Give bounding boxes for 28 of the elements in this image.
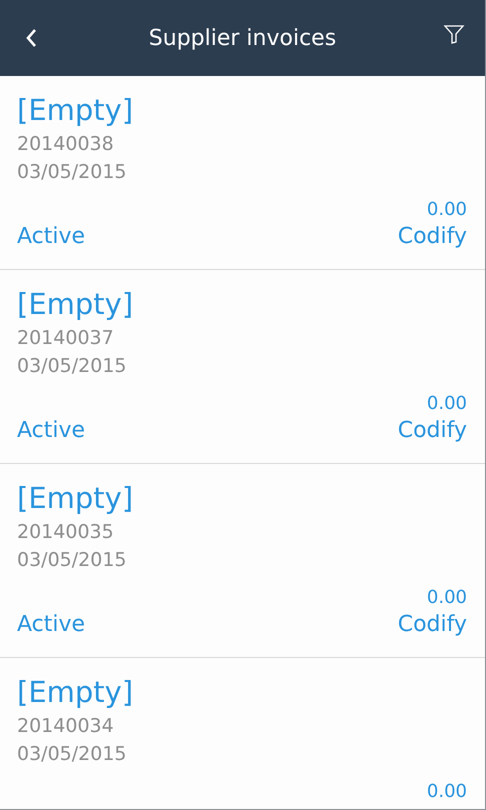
supplier-name: [Empty] [17,674,134,711]
invoice-amount: 0.00 [426,586,467,610]
page-title: Supplier invoices [148,26,336,50]
invoice-number: 20140037 [17,326,114,351]
invoice-date: 03/05/2015 [17,742,127,767]
invoice-date: 03/05/2015 [17,160,127,185]
invoice-number: 20140035 [17,520,114,545]
invoice-date: 03/05/2015 [17,548,127,573]
supplier-name: [Empty] [17,480,134,517]
invoice-number: 20140038 [17,132,114,157]
codify-link[interactable]: Codify [398,610,467,640]
filter-icon[interactable] [442,23,465,45]
invoice-status: Active [17,417,86,445]
invoice-card[interactable]: [Empty] 20140038 03/05/2015 0.00 Active Codify [0,76,485,270]
supplier-name: [Empty] [17,92,134,129]
invoice-card[interactable]: [Empty] 20140034 03/05/2015 0.00 [0,658,485,809]
invoice-date: 03/05/2015 [17,354,127,379]
invoice-card[interactable]: [Empty] 20140037 03/05/2015 0.00 Active Codify [0,270,485,464]
invoice-amount: 0.00 [426,780,467,804]
invoice-amount: 0.00 [426,392,467,416]
codify-link[interactable]: Codify [398,222,467,252]
invoice-status: Active [17,611,86,639]
invoice-amount: 0.00 [426,198,467,222]
codify-link[interactable]: Codify [398,416,467,446]
supplier-name: [Empty] [17,286,134,323]
invoice-number: 20140034 [17,714,114,739]
invoice-card[interactable]: [Empty] 20140035 03/05/2015 0.00 Active Codify [0,464,485,658]
invoice-status: Active [17,223,86,251]
